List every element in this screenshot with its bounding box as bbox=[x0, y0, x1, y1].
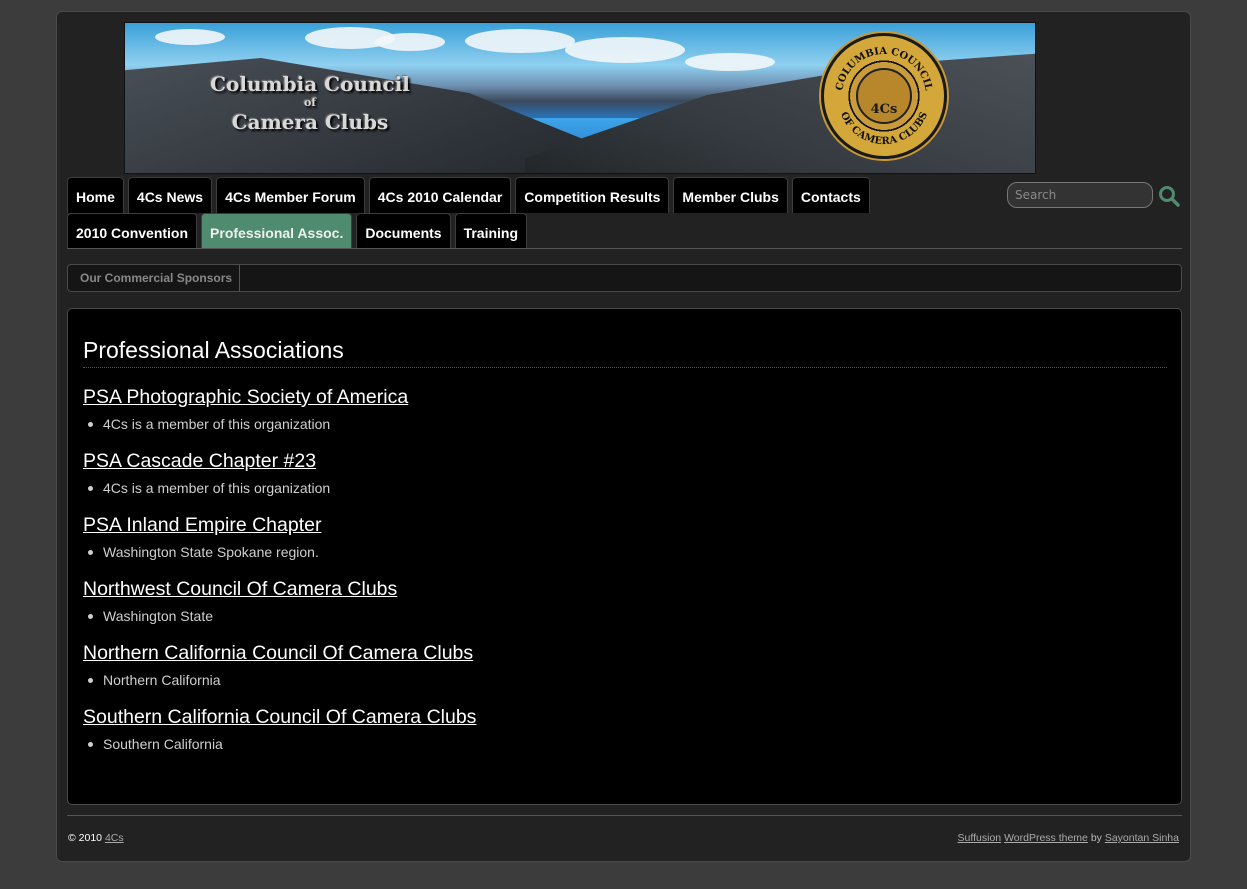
subnav-item-commercial-sponsors[interactable]: Our Commercial Sponsors bbox=[68, 265, 241, 291]
sub-navigation: Our Commercial Sponsors bbox=[67, 264, 1182, 292]
nav-item-professional-assoc[interactable]: Professional Assoc. bbox=[201, 213, 353, 249]
footer-wordpress-link[interactable]: WordPress theme bbox=[1004, 832, 1088, 844]
footer-theme-link[interactable]: Suffusion bbox=[958, 832, 1002, 844]
footer-copyright: © 2010 4Cs bbox=[68, 832, 124, 844]
nav-row-2: 2010 Convention Professional Assoc. Docu… bbox=[67, 213, 531, 249]
nav-item-contacts[interactable]: Contacts bbox=[791, 177, 870, 213]
main-content: Professional Associations PSA Photograph… bbox=[67, 308, 1182, 805]
association-link[interactable]: PSA Inland Empire Chapter bbox=[83, 513, 321, 539]
nav-item-home[interactable]: Home bbox=[67, 177, 124, 213]
association-note: 4Cs is a member of this organization bbox=[83, 415, 408, 433]
association-link[interactable]: Northwest Council Of Camera Clubs bbox=[83, 577, 397, 603]
nav-item-2010-calendar[interactable]: 4Cs 2010 Calendar bbox=[368, 177, 512, 213]
footer-by-text: by bbox=[1090, 832, 1102, 844]
association-note: Southern California bbox=[83, 735, 476, 753]
footer-author-link[interactable]: Sayontan Sinha bbox=[1105, 832, 1179, 844]
nav-item-competition-results[interactable]: Competition Results bbox=[515, 177, 670, 213]
association-entry: Northwest Council Of Camera Clubs Washin… bbox=[83, 577, 397, 625]
title-divider bbox=[83, 367, 1167, 368]
association-entry: Southern California Council Of Camera Cl… bbox=[83, 705, 476, 753]
nav-item-member-forum[interactable]: 4Cs Member Forum bbox=[216, 177, 365, 213]
nav-item-documents[interactable]: Documents bbox=[356, 213, 451, 249]
nav-divider bbox=[67, 248, 1182, 249]
footer-credits: Suffusion WordPress theme by Sayontan Si… bbox=[958, 832, 1179, 844]
association-note: Washington State bbox=[83, 607, 397, 625]
association-note: Washington State Spokane region. bbox=[83, 543, 321, 561]
search-input[interactable] bbox=[1007, 182, 1153, 208]
site-title: Columbia Council of Camera Clubs bbox=[210, 72, 410, 134]
association-note: Northern California bbox=[83, 671, 473, 689]
site-banner[interactable]: Columbia Council of Camera Clubs COLUMBI… bbox=[124, 22, 1036, 174]
association-entry: PSA Inland Empire Chapter Washington Sta… bbox=[83, 513, 321, 561]
association-entry: PSA Photographic Society of America 4Cs … bbox=[83, 385, 408, 433]
nav-item-2010-convention[interactable]: 2010 Convention bbox=[67, 213, 198, 249]
footer-site-link[interactable]: 4Cs bbox=[105, 832, 124, 844]
nav-item-training[interactable]: Training bbox=[454, 213, 528, 249]
association-link[interactable]: Southern California Council Of Camera Cl… bbox=[83, 705, 476, 731]
nav-item-4cs-news[interactable]: 4Cs News bbox=[127, 177, 213, 213]
page-title: Professional Associations bbox=[83, 337, 344, 363]
nav-row-1: Home 4Cs News 4Cs Member Forum 4Cs 2010 … bbox=[67, 177, 874, 213]
association-link[interactable]: PSA Photographic Society of America bbox=[83, 385, 408, 411]
association-link[interactable]: PSA Cascade Chapter #23 bbox=[83, 449, 330, 475]
footer-divider bbox=[67, 815, 1182, 816]
association-link[interactable]: Northern California Council Of Camera Cl… bbox=[83, 641, 473, 667]
search-icon[interactable] bbox=[1157, 184, 1181, 208]
copyright-text: © 2010 bbox=[68, 832, 103, 844]
association-entry: PSA Cascade Chapter #23 4Cs is a member … bbox=[83, 449, 330, 497]
page-wrapper: Columbia Council of Camera Clubs COLUMBI… bbox=[56, 11, 1191, 862]
club-seal-logo: COLUMBIA COUNCIL OF CAMERA CLUBS 4Cs bbox=[821, 33, 947, 159]
association-entry: Northern California Council Of Camera Cl… bbox=[83, 641, 473, 689]
association-note: 4Cs is a member of this organization bbox=[83, 479, 330, 497]
nav-item-member-clubs[interactable]: Member Clubs bbox=[673, 177, 788, 213]
